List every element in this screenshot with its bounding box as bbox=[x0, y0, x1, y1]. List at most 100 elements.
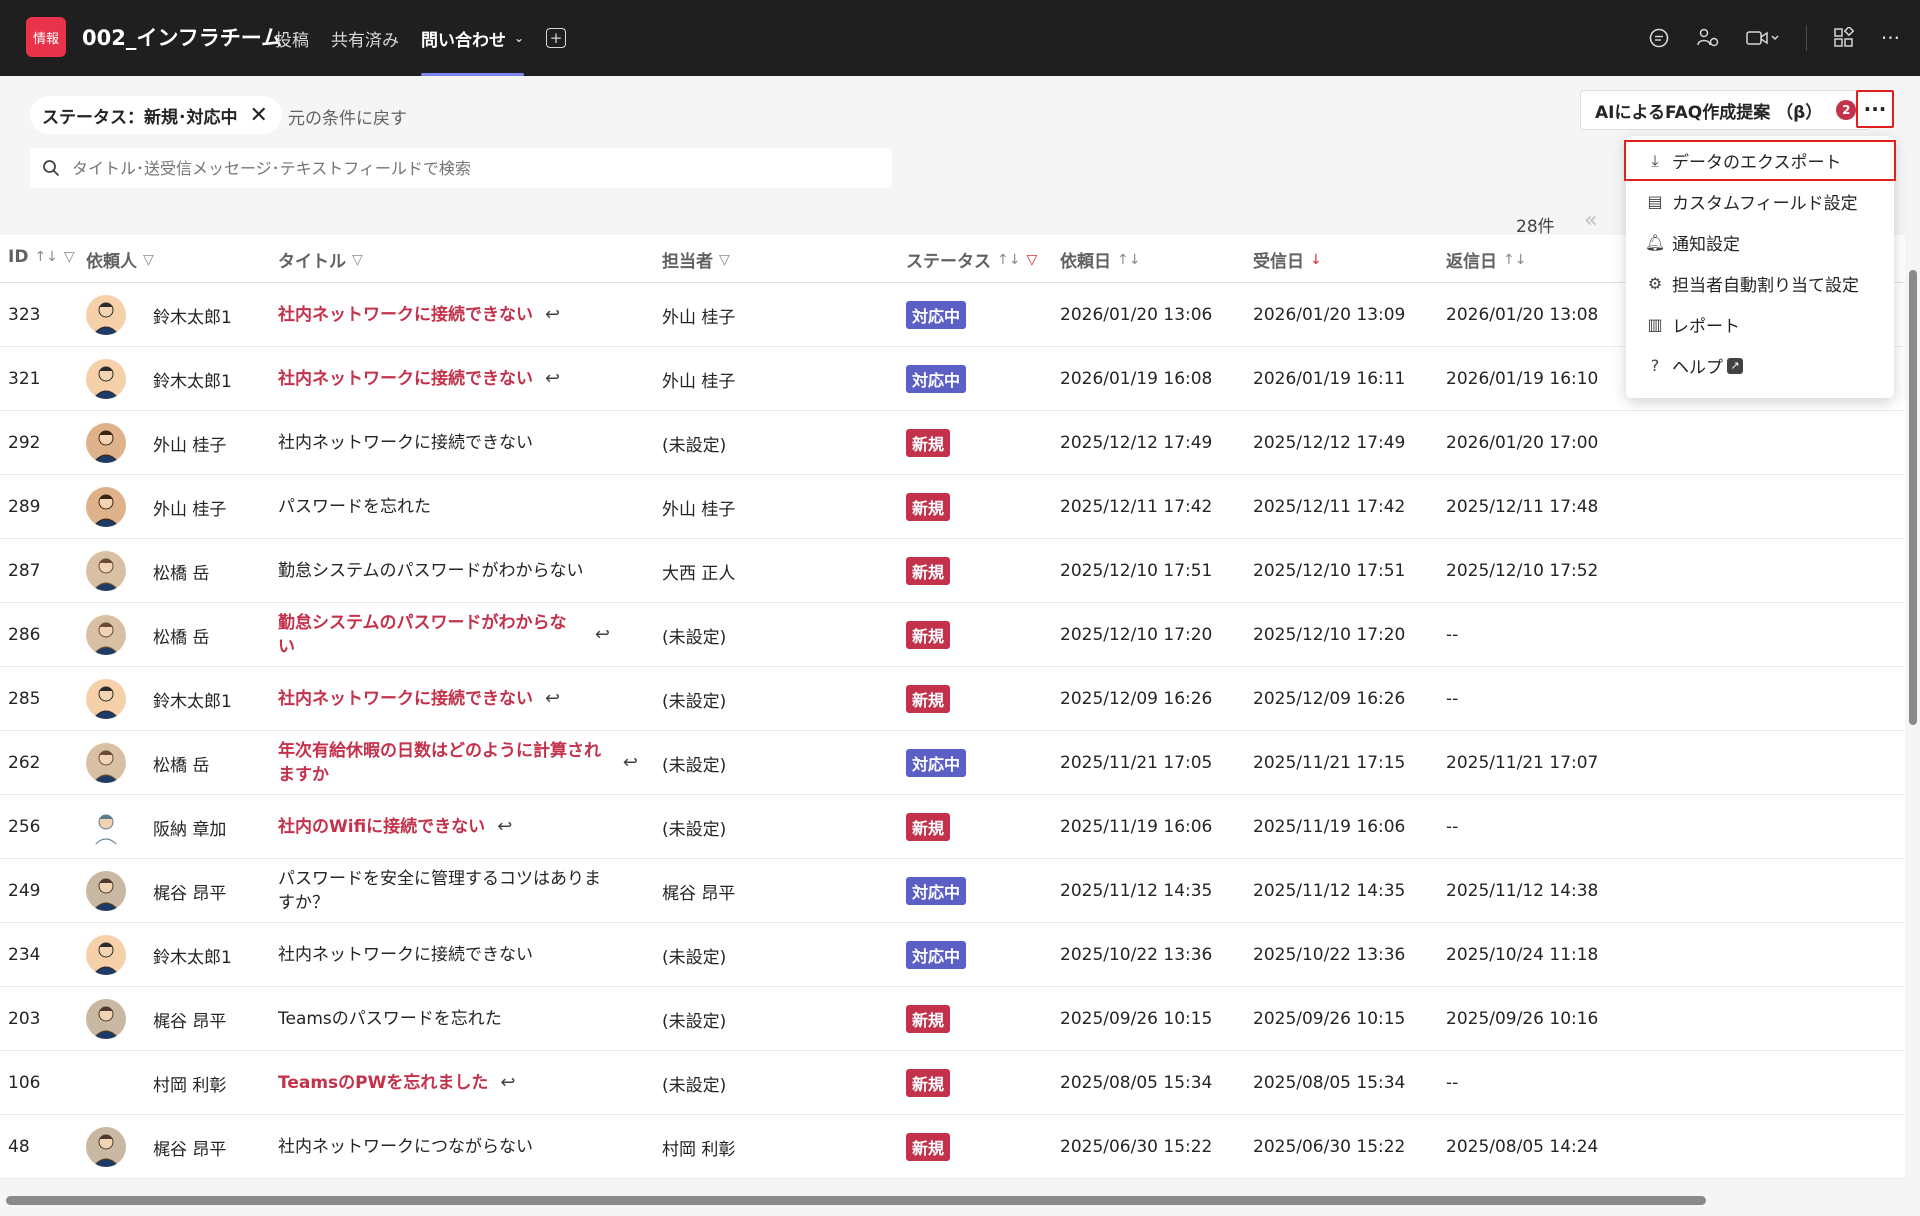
add-tab-icon[interactable]: + bbox=[546, 28, 567, 48]
cell-request-date: 2026/01/19 16:08 bbox=[1060, 347, 1212, 411]
menu-item-help[interactable]: ? ヘルプ ↗ bbox=[1626, 345, 1894, 386]
people-settings-icon[interactable] bbox=[1696, 27, 1720, 49]
table-row[interactable]: 249 梶谷 昂平 パスワードを安全に管理するコツはありますか？ 梶谷 昂平 対… bbox=[0, 859, 1905, 923]
request-date: 2025/11/19 16:06 bbox=[1060, 817, 1213, 837]
cell-title[interactable]: 年次有給休暇の日数はどのように計算されますか ↩ bbox=[278, 731, 638, 795]
inquiry-title[interactable]: 社内ネットワークにつながらない bbox=[278, 1135, 533, 1159]
column-header-title[interactable]: タイトル ▽ bbox=[278, 247, 363, 273]
inquiry-title[interactable]: 社内ネットワークに接続できない bbox=[278, 367, 533, 391]
filter-icon[interactable]: ▽ bbox=[719, 252, 730, 268]
received-date: 2025/12/10 17:51 bbox=[1253, 561, 1406, 581]
cell-title[interactable]: 社内ネットワークに接続できない ↩ bbox=[278, 283, 610, 347]
cell-title[interactable]: 社内のWifiに接続できない ↩ bbox=[278, 795, 610, 859]
inquiry-title[interactable]: 社内ネットワークに接続できない bbox=[278, 431, 533, 455]
cell-title[interactable]: 社内ネットワークにつながらない bbox=[278, 1115, 610, 1179]
table-row[interactable]: 234 鈴木太郎1 社内ネットワークに接続できない (未設定) 対応中 2025… bbox=[0, 923, 1905, 987]
more-button[interactable]: ··· bbox=[1856, 90, 1894, 128]
sort-desc-icon[interactable]: ↓ bbox=[1310, 252, 1322, 268]
cell-requester-avatar bbox=[86, 539, 126, 603]
table-row[interactable]: 289 外山 桂子 パスワードを忘れた 外山 桂子 新規 2025/12/11 … bbox=[0, 475, 1905, 539]
inquiry-title[interactable]: 勤怠システムのパスワードがわからない bbox=[278, 559, 584, 583]
requester-name: 梶谷 昂平 bbox=[153, 1139, 227, 1160]
cell-title[interactable]: 社内ネットワークに接続できない bbox=[278, 923, 610, 987]
received-date: 2025/12/10 17:20 bbox=[1253, 625, 1406, 645]
status-badge: 対応中 bbox=[906, 877, 967, 905]
table-row[interactable]: 262 松橋 岳 年次有給休暇の日数はどのように計算されますか ↩ (未設定) 対… bbox=[0, 731, 1905, 795]
table-row[interactable]: 106 村岡 利彰 TeamsのPWを忘れました ↩ (未設定) 新規 2025/… bbox=[0, 1051, 1905, 1115]
filter-active-icon[interactable]: ▽ bbox=[1026, 252, 1037, 268]
menu-item-export-data[interactable]: ⤓ データのエクスポート bbox=[1624, 140, 1896, 181]
cell-title[interactable]: パスワードを忘れた bbox=[278, 475, 610, 539]
sort-icon[interactable]: ↑↓ bbox=[1503, 252, 1526, 268]
inquiry-title[interactable]: TeamsのPWを忘れました bbox=[278, 1071, 488, 1095]
table-row[interactable]: 256 阪納 章加 社内のWifiに接続できない ↩ (未設定) 新規 2025/… bbox=[0, 795, 1905, 859]
chevron-left-icon[interactable]: « bbox=[1584, 208, 1597, 233]
ai-faq-suggestion-button[interactable]: AIによるFAQ作成提案 （β） 2 bbox=[1580, 90, 1872, 130]
column-header-status[interactable]: ステータス ↑↓ ▽ bbox=[906, 247, 1037, 273]
cell-request-date: 2025/06/30 15:22 bbox=[1060, 1115, 1212, 1179]
inquiry-title[interactable]: Teamsのパスワードを忘れた bbox=[278, 1007, 502, 1031]
menu-item-notification-settings[interactable]: 🔔︎ 通知設定 bbox=[1626, 222, 1894, 263]
inquiry-title[interactable]: 年次有給休暇の日数はどのように計算されますか bbox=[278, 739, 611, 787]
received-date: 2025/12/09 16:26 bbox=[1253, 689, 1406, 709]
table-row[interactable]: 203 梶谷 昂平 Teamsのパスワードを忘れた (未設定) 新規 2025/… bbox=[0, 987, 1905, 1051]
menu-item-custom-field-settings[interactable]: ▤ カスタムフィールド設定 bbox=[1626, 181, 1894, 222]
cell-status: 新規 bbox=[906, 603, 951, 667]
cell-title[interactable]: 社内ネットワークに接続できない ↩ bbox=[278, 347, 610, 411]
cell-status: 対応中 bbox=[906, 347, 967, 411]
tab-shared[interactable]: 共有済み bbox=[331, 0, 399, 76]
cell-title[interactable]: 社内ネットワークに接続できない ↩ bbox=[278, 667, 610, 731]
table-row[interactable]: 285 鈴木太郎1 社内ネットワークに接続できない ↩ (未設定) 新規 2025… bbox=[0, 667, 1905, 731]
column-header-received-date[interactable]: 受信日 ↓ bbox=[1253, 247, 1322, 273]
cell-requester: 鈴木太郎1 bbox=[153, 347, 232, 411]
table-row[interactable]: 321 鈴木太郎1 社内ネットワークに接続できない ↩ 外山 桂子 対応中 202… bbox=[0, 347, 1905, 411]
sort-icon[interactable]: ↑↓ bbox=[997, 252, 1020, 268]
chevron-down-icon[interactable]: ⌄ bbox=[514, 31, 524, 45]
inquiry-title[interactable]: 社内のWifiに接続できない bbox=[278, 815, 485, 839]
column-header-reply-date[interactable]: 返信日 ↑↓ bbox=[1446, 247, 1526, 273]
cell-title[interactable]: 勤怠システムのパスワードがわからない ↩ bbox=[278, 603, 610, 667]
table-row[interactable]: 323 鈴木太郎1 社内ネットワークに接続できない ↩ 外山 桂子 対応中 202… bbox=[0, 283, 1905, 347]
status-filter-chip[interactable]: ステータス：新規･対応中 ✕ bbox=[30, 96, 282, 134]
column-label: 返信日 bbox=[1446, 252, 1497, 272]
inquiry-title[interactable]: パスワードを忘れた bbox=[278, 495, 431, 519]
tab-inquiries[interactable]: 問い合わせ ⌄ bbox=[421, 0, 525, 76]
table-row[interactable]: 292 外山 桂子 社内ネットワークに接続できない (未設定) 新規 2025/… bbox=[0, 411, 1905, 475]
inquiry-title[interactable]: 社内ネットワークに接続できない bbox=[278, 303, 533, 327]
close-icon[interactable]: ✕ bbox=[250, 103, 268, 128]
sort-icon[interactable]: ↑↓ bbox=[34, 249, 57, 265]
inquiry-title[interactable]: 勤怠システムのパスワードがわからない bbox=[278, 611, 583, 659]
filter-icon[interactable]: ▽ bbox=[143, 252, 154, 268]
cell-title[interactable]: TeamsのPWを忘れました ↩ bbox=[278, 1051, 610, 1115]
menu-item-report[interactable]: ▥ レポート bbox=[1626, 304, 1894, 345]
cell-title[interactable]: パスワードを安全に管理するコツはありますか？ bbox=[278, 859, 610, 923]
inquiry-title[interactable]: パスワードを安全に管理するコツはありますか？ bbox=[278, 867, 610, 915]
video-call-icon[interactable] bbox=[1746, 28, 1780, 48]
avatar bbox=[86, 871, 126, 911]
table-row[interactable]: 287 松橋 岳 勤怠システムのパスワードがわからない 大西 正人 新規 202… bbox=[0, 539, 1905, 603]
cell-title[interactable]: Teamsのパスワードを忘れた bbox=[278, 987, 610, 1051]
requester-name: 鈴木太郎1 bbox=[153, 371, 232, 392]
cell-title[interactable]: 勤怠システムのパスワードがわからない bbox=[278, 539, 610, 603]
chat-icon[interactable] bbox=[1648, 27, 1670, 49]
cell-title[interactable]: 社内ネットワークに接続できない bbox=[278, 411, 610, 475]
reset-filter-link[interactable]: 元の条件に戻す bbox=[288, 104, 407, 129]
more-options-icon[interactable]: ··· bbox=[1881, 26, 1900, 50]
filter-icon[interactable]: ▽ bbox=[352, 252, 363, 268]
tab-posts[interactable]: 投稿 bbox=[275, 0, 309, 76]
column-header-requester[interactable]: 依頼人 ▽ bbox=[86, 247, 154, 273]
menu-item-auto-assign-settings[interactable]: ⚙ 担当者自動割り当て設定 bbox=[1626, 263, 1894, 304]
apps-icon[interactable] bbox=[1833, 27, 1855, 49]
horizontal-scrollbar[interactable] bbox=[6, 1196, 1706, 1205]
filter-icon[interactable]: ▽ bbox=[64, 249, 75, 265]
inquiry-title[interactable]: 社内ネットワークに接続できない bbox=[278, 943, 533, 967]
table-row[interactable]: 286 松橋 岳 勤怠システムのパスワードがわからない ↩ (未設定) 新規 20… bbox=[0, 603, 1905, 667]
sort-icon[interactable]: ↑↓ bbox=[1117, 252, 1140, 268]
vertical-scrollbar[interactable] bbox=[1909, 270, 1917, 725]
column-header-assignee[interactable]: 担当者 ▽ bbox=[662, 247, 730, 273]
inquiry-title[interactable]: 社内ネットワークに接続できない bbox=[278, 687, 533, 711]
column-header-request-date[interactable]: 依頼日 ↑↓ bbox=[1060, 247, 1140, 273]
column-header-id[interactable]: ID ↑↓ ▽ bbox=[8, 247, 75, 267]
table-row[interactable]: 48 梶谷 昂平 社内ネットワークにつながらない 村岡 利彰 新規 2025/0… bbox=[0, 1115, 1905, 1179]
search-input[interactable] bbox=[72, 158, 872, 178]
